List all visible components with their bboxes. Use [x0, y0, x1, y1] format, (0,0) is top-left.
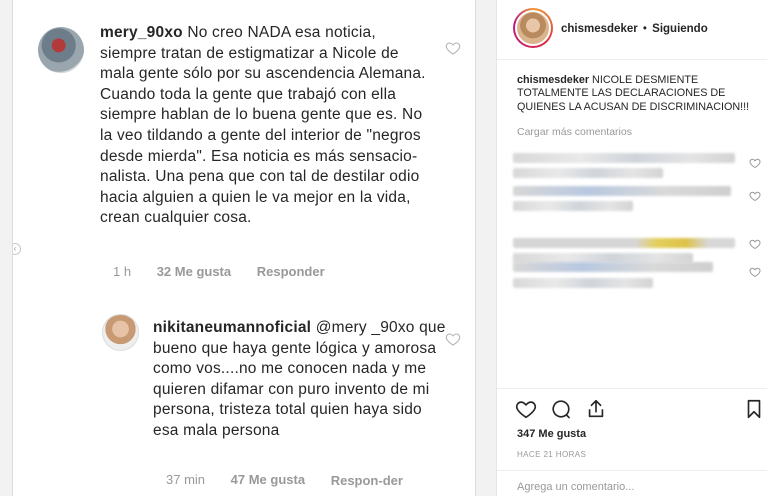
divider: [497, 388, 767, 389]
blurred-comment: [513, 168, 663, 178]
heart-outline-icon[interactable]: [749, 190, 761, 202]
blurred-comment: [513, 278, 653, 288]
post-header: chismesdeker • Siguiendo: [497, 0, 767, 60]
separator-dot: •: [642, 23, 647, 35]
reply-button[interactable]: Respon-der: [331, 472, 403, 490]
heart-outline-icon[interactable]: [749, 266, 761, 278]
post-timestamp[interactable]: HACE 21 HORAS: [517, 450, 586, 459]
bookmark-icon[interactable]: [743, 398, 765, 420]
blurred-comment: [513, 238, 735, 248]
blurred-comment: [513, 201, 633, 211]
caption-username[interactable]: chismesdeker: [517, 74, 589, 86]
share-icon[interactable]: [585, 398, 607, 420]
avatar-image: [515, 10, 551, 46]
load-more-comments-button[interactable]: Cargar más comentarios: [517, 126, 632, 138]
heart-outline-icon[interactable]: [749, 238, 761, 250]
comment-likes[interactable]: 47 Me gusta: [231, 472, 305, 487]
comment-body: @mery _90xo que bueno que haya gente lóg…: [153, 319, 446, 439]
comment-username[interactable]: nikitaneumannoficial: [153, 319, 311, 336]
likes-count[interactable]: 347 Me gusta: [517, 428, 586, 440]
comment-text: nikitaneumannoficial @mery _90xo que bue…: [153, 318, 451, 442]
avatar[interactable]: [513, 8, 553, 48]
comment-time[interactable]: 37 min: [166, 472, 205, 487]
post-caption: chismesdeker NICOLE DESMIENTE TOTALMENTE…: [517, 74, 762, 114]
divider: [497, 470, 767, 471]
blurred-comment: [513, 186, 731, 196]
speech-bubble-icon[interactable]: [550, 398, 572, 420]
avatar[interactable]: [102, 314, 139, 351]
zoomed-comments-panel: mery_90xo No creo NADA esa noticia, siem…: [12, 0, 476, 496]
post-author: chismesdeker • Siguiendo: [561, 23, 708, 35]
follow-status-button[interactable]: Siguiendo: [652, 23, 708, 35]
heart-outline-icon[interactable]: [749, 157, 761, 169]
add-comment-input[interactable]: Agrega un comentario...: [517, 481, 634, 493]
comment-meta: 37 min 47 Me gusta Respon-der: [166, 472, 425, 490]
heart-outline-icon[interactable]: [445, 331, 461, 347]
heart-outline-icon[interactable]: [515, 398, 537, 420]
post-sidebar: chismesdeker • Siguiendo chismesdeker NI…: [496, 0, 767, 496]
blurred-comment: [513, 262, 713, 272]
blurred-comment: [513, 153, 735, 163]
author-username[interactable]: chismesdeker: [561, 23, 638, 35]
comment-nikita: nikitaneumannoficial @mery _90xo que bue…: [13, 0, 475, 496]
